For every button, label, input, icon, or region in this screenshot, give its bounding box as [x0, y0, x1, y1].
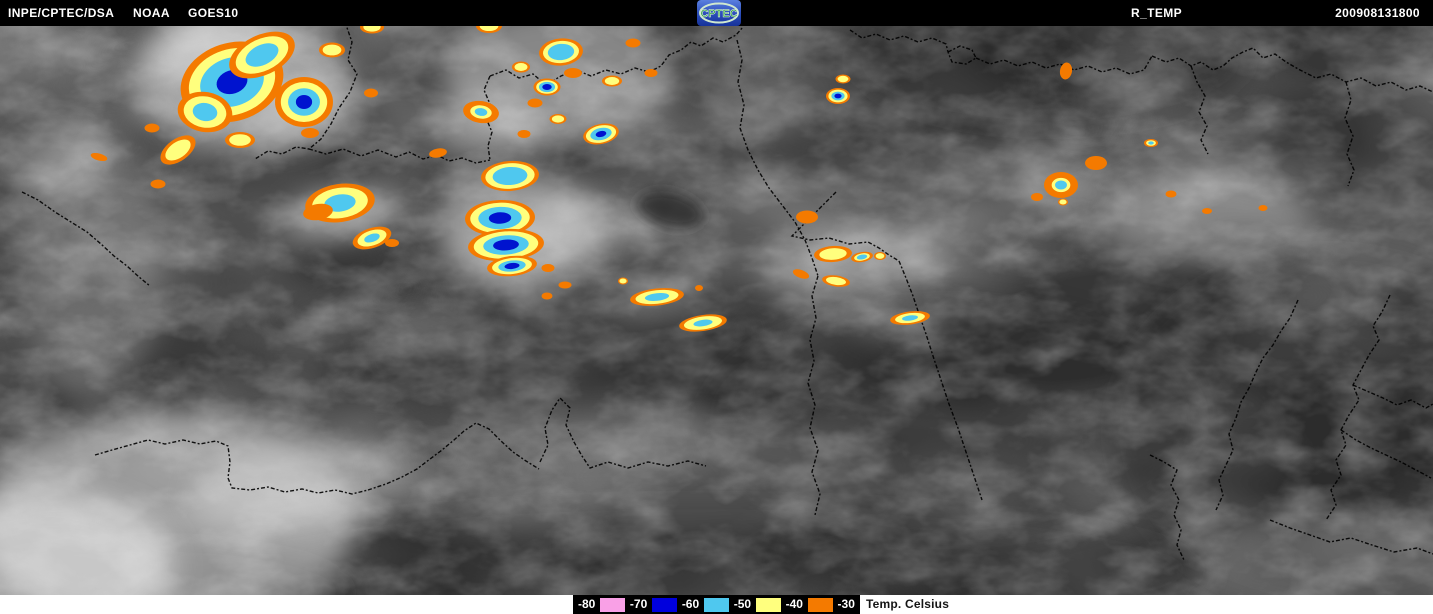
legend-label: -70	[630, 595, 647, 614]
product-label: R_TEMP	[1131, 0, 1182, 26]
storm-cell	[695, 285, 703, 291]
storm-cell	[836, 75, 851, 84]
storm-cell-ring	[542, 293, 553, 300]
source-label: INPE/CPTEC/DSA	[8, 0, 114, 26]
storm-cell	[645, 69, 658, 77]
storm-cell	[275, 77, 333, 127]
storm-cell	[874, 252, 886, 260]
legend-label: -30	[838, 595, 855, 614]
storm-cell-ring	[1166, 191, 1177, 198]
storm-cell	[1085, 156, 1107, 170]
storm-cell-ring	[1259, 205, 1268, 211]
storm-cell-ring	[145, 124, 160, 133]
legend-label: -80	[578, 595, 595, 614]
storm-cell	[364, 89, 378, 98]
storm-cell	[618, 278, 628, 285]
satellite-map	[0, 26, 1433, 595]
storm-cell-ring	[619, 278, 626, 283]
storm-cell	[826, 88, 850, 104]
storm-cell-ring	[796, 211, 818, 224]
storm-cell-ring	[564, 68, 582, 78]
storm-cell	[796, 211, 818, 224]
storm-cell-ring	[542, 264, 555, 272]
storm-cell-ring	[364, 89, 378, 98]
legend-label: -40	[786, 595, 803, 614]
storm-cell	[1202, 208, 1212, 214]
storm-cell-ring	[1202, 208, 1212, 214]
storm-cell-ring	[1055, 180, 1067, 189]
storm-cell	[1166, 191, 1177, 198]
cptec-logo: CPTEC	[697, 0, 741, 26]
storm-cell	[542, 293, 553, 300]
storm-cell-ring	[838, 76, 849, 82]
legend-swatch-yellow	[756, 598, 781, 612]
legend-swatch-orange	[808, 598, 833, 612]
storm-cell	[1144, 139, 1158, 147]
storm-cell-ring	[1059, 199, 1066, 204]
storm-cell	[559, 282, 572, 289]
storm-cell	[1044, 172, 1078, 198]
storm-cell	[542, 264, 555, 272]
legend-swatch-cyan	[704, 598, 729, 612]
storm-cell	[1259, 205, 1268, 211]
storm-cell	[385, 239, 399, 247]
storm-cell	[518, 130, 531, 138]
legend-scale: -80 -70 -60 -50 -40 -30	[573, 595, 860, 614]
storm-cell-ring	[518, 130, 531, 138]
storm-cell-ring	[876, 253, 885, 259]
storm-cell-ring	[296, 95, 312, 109]
storm-cell-ring	[559, 282, 572, 289]
legend-label: -50	[734, 595, 751, 614]
storm-cell-ring	[695, 285, 703, 291]
storm-cell	[225, 132, 255, 148]
storm-cell	[626, 39, 641, 48]
legend-label: -60	[682, 595, 699, 614]
storm-cell-ring	[301, 128, 319, 138]
satellite-label: GOES10	[188, 0, 238, 26]
header-bar: INPE/CPTEC/DSA NOAA GOES10 CPTEC R_TEMP …	[0, 0, 1433, 26]
timestamp-label: 200908131800	[1335, 0, 1420, 26]
storm-cell	[534, 79, 561, 96]
legend-bar: -80 -70 -60 -50 -40 -30 Temp. Celsius	[0, 595, 1433, 614]
storm-cell-ring	[834, 94, 841, 99]
storm-cell	[319, 43, 345, 58]
storm-cell	[528, 99, 543, 108]
storm-cell	[301, 128, 319, 138]
agency-label: NOAA	[133, 0, 170, 26]
svg-text:CPTEC: CPTEC	[700, 8, 737, 20]
satellite-map-canvas	[0, 26, 1433, 595]
storm-cell-ring	[605, 77, 619, 85]
cptec-logo-icon: CPTEC	[697, 0, 741, 26]
storm-cell	[602, 76, 622, 87]
storm-cell-ring	[645, 69, 658, 77]
storm-cell-ring	[542, 84, 551, 90]
storm-cell-ring	[385, 239, 399, 247]
storm-cell-ring	[151, 180, 166, 189]
storm-cell-ring	[528, 99, 543, 108]
storm-cell	[1031, 193, 1043, 201]
storm-cell	[151, 180, 166, 189]
legend-title: Temp. Celsius	[866, 595, 949, 614]
storm-cell-ring	[1031, 193, 1043, 201]
storm-cell	[145, 124, 160, 133]
storm-cell-ring	[1148, 141, 1154, 144]
storm-cell-ring	[515, 63, 528, 71]
storm-cell	[1058, 199, 1068, 206]
storm-cell	[550, 114, 567, 124]
storm-cell	[564, 68, 582, 78]
storm-cell-ring	[229, 134, 251, 146]
storm-cell-ring	[552, 115, 564, 122]
storm-cell-ring	[626, 39, 641, 48]
storm-cell-ring	[1085, 156, 1107, 170]
legend-swatch-pink	[600, 598, 625, 612]
storm-cell-ring	[323, 45, 342, 56]
storm-cell	[512, 62, 530, 73]
legend-swatch-blue	[652, 598, 677, 612]
satellite-product-window: INPE/CPTEC/DSA NOAA GOES10 CPTEC R_TEMP …	[0, 0, 1433, 614]
